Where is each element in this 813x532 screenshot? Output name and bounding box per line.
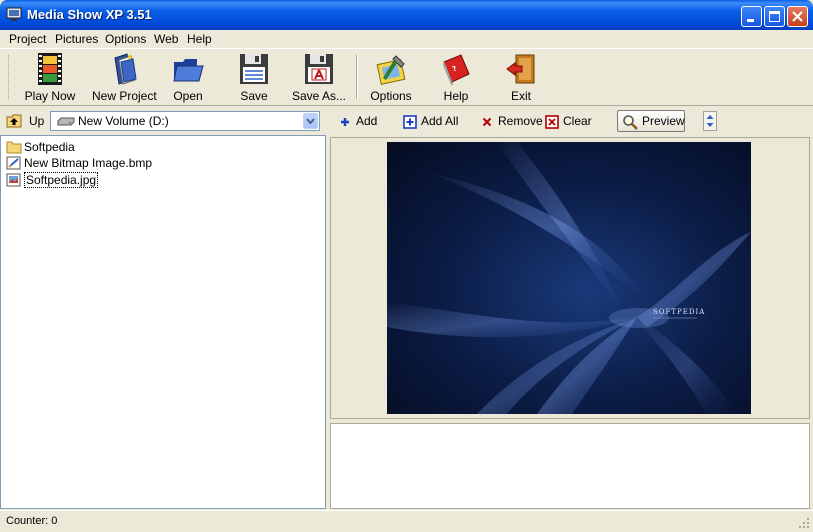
film-strip-icon xyxy=(38,53,62,85)
open-label: Open xyxy=(173,89,203,103)
toolbar-separator xyxy=(356,55,358,99)
remove-x-icon xyxy=(482,117,492,127)
close-icon xyxy=(792,11,803,22)
jpeg-file-icon xyxy=(6,173,21,187)
toolbar-grip[interactable] xyxy=(8,55,12,99)
up-down-arrows-icon xyxy=(706,115,714,127)
new-book-icon xyxy=(114,53,137,85)
new-project-label: New Project xyxy=(92,89,157,103)
preview-image: SOFTPEDIA xyxy=(387,142,751,414)
status-bar: Counter: 0 xyxy=(0,510,813,532)
preview-button[interactable]: Preview xyxy=(617,110,685,132)
exit-door-icon xyxy=(506,54,535,84)
preview-label: Preview xyxy=(642,114,685,128)
file-list[interactable]: Softpedia New Bitmap Image.bmp Softpedia… xyxy=(0,135,326,509)
close-button[interactable] xyxy=(787,6,808,27)
resize-grip-icon[interactable] xyxy=(798,517,810,529)
file-name: Softpedia xyxy=(24,140,75,154)
save-button[interactable]: Save xyxy=(232,52,276,103)
add-all-icon xyxy=(403,115,417,129)
order-spinner[interactable] xyxy=(703,111,717,131)
file-name: New Bitmap Image.bmp xyxy=(24,156,153,170)
maximize-icon xyxy=(769,11,780,22)
save-as-disk-icon xyxy=(305,54,333,84)
clear-label: Clear xyxy=(563,114,592,128)
minimize-button[interactable] xyxy=(741,6,762,27)
application-window: Media Show XP 3.51 Project Pictures Opti… xyxy=(0,0,813,532)
folder-navigation-bar: Up New Volume (D:) xyxy=(0,107,326,135)
save-label: Save xyxy=(240,89,268,103)
minimize-icon xyxy=(747,19,754,22)
drive-selected-value: New Volume (D:) xyxy=(78,114,169,128)
open-button[interactable]: Open xyxy=(166,52,210,103)
up-folder-icon xyxy=(6,114,22,128)
add-all-label: Add All xyxy=(421,114,459,128)
menu-bar: Project Pictures Options Web Help xyxy=(0,30,813,48)
maximize-button[interactable] xyxy=(764,6,785,27)
help-book-icon: ? xyxy=(443,54,470,86)
clear-icon xyxy=(545,115,559,129)
new-project-button[interactable]: New Project xyxy=(92,52,157,103)
magnifier-icon xyxy=(623,115,638,130)
options-button[interactable]: Options xyxy=(369,52,413,103)
title-bar[interactable]: Media Show XP 3.51 xyxy=(0,0,813,30)
image-preview-panel: SOFTPEDIA xyxy=(330,137,810,419)
save-as-label: Save As... xyxy=(291,89,347,103)
file-name: Softpedia.jpg xyxy=(24,172,99,188)
remove-label: Remove xyxy=(498,114,543,128)
options-tools-icon xyxy=(376,55,406,85)
plus-icon xyxy=(341,118,349,126)
menu-web[interactable]: Web xyxy=(154,32,178,46)
main-toolbar: Play Now New Project Open Save Save As..… xyxy=(0,48,813,106)
folder-icon xyxy=(6,141,22,154)
drive-dropdown-button[interactable] xyxy=(303,113,318,129)
menu-options[interactable]: Options xyxy=(105,32,146,46)
help-button[interactable]: ? Help xyxy=(434,52,478,103)
chevron-down-icon xyxy=(306,118,315,125)
image-brand-text: SOFTPEDIA xyxy=(653,308,705,316)
app-monitor-icon xyxy=(6,7,22,21)
floppy-disk-icon xyxy=(240,54,268,84)
window-title: Media Show XP 3.51 xyxy=(27,7,152,22)
add-label: Add xyxy=(356,114,378,128)
open-folder-icon xyxy=(173,59,204,82)
exit-label: Exit xyxy=(510,89,531,103)
exit-button[interactable]: Exit xyxy=(500,52,542,103)
menu-project[interactable]: Project xyxy=(9,32,46,46)
up-label: Up xyxy=(29,114,45,128)
help-label: Help xyxy=(443,89,469,103)
menu-pictures[interactable]: Pictures xyxy=(55,32,98,46)
play-now-label: Play Now xyxy=(24,89,76,103)
playlist-toolbar: Add Add All Remove Clear Preview xyxy=(330,107,813,135)
play-now-button[interactable]: Play Now xyxy=(22,52,78,103)
menu-help[interactable]: Help xyxy=(187,32,212,46)
options-label: Options xyxy=(370,89,412,103)
hard-drive-icon xyxy=(57,117,75,126)
bitmap-file-icon xyxy=(6,156,21,170)
save-as-button[interactable]: Save As... xyxy=(290,52,348,103)
project-picture-list[interactable] xyxy=(330,423,810,509)
drive-selector[interactable]: New Volume (D:) xyxy=(50,111,320,131)
counter-status: Counter: 0 xyxy=(6,515,58,527)
